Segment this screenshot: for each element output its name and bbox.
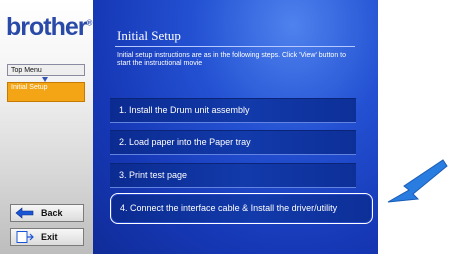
back-arrow-icon — [15, 207, 34, 219]
page-title: Initial Setup — [117, 28, 181, 43]
step-2-button[interactable]: 2. Load paper into the Paper tray — [110, 130, 356, 155]
instructions-text: Initial setup instructions are as in the… — [117, 52, 346, 67]
pointer-arrow-icon — [387, 159, 448, 203]
nav-initial-setup[interactable]: Initial Setup — [7, 82, 85, 102]
exit-icon — [16, 231, 34, 243]
brand-logo: brother® — [6, 13, 92, 41]
step-4-button[interactable]: 4. Connect the interface cable & Install… — [110, 193, 373, 224]
title-divider — [115, 46, 355, 47]
nav-top-menu[interactable]: Top Menu — [7, 64, 85, 76]
back-button-label: Back — [41, 208, 63, 218]
exit-button[interactable]: Exit — [10, 228, 84, 246]
setup-window: brother® Top Menu Initial Setup Back Exi… — [0, 0, 378, 254]
step-1-button[interactable]: 1. Install the Drum unit assembly — [110, 98, 356, 123]
sidebar: brother® Top Menu Initial Setup Back Exi… — [0, 0, 93, 254]
step-3-button[interactable]: 3. Print test page — [110, 163, 356, 188]
back-button[interactable]: Back — [10, 204, 84, 222]
main-panel: Initial Setup Initial setup instructions… — [93, 0, 378, 254]
exit-button-label: Exit — [41, 232, 58, 242]
